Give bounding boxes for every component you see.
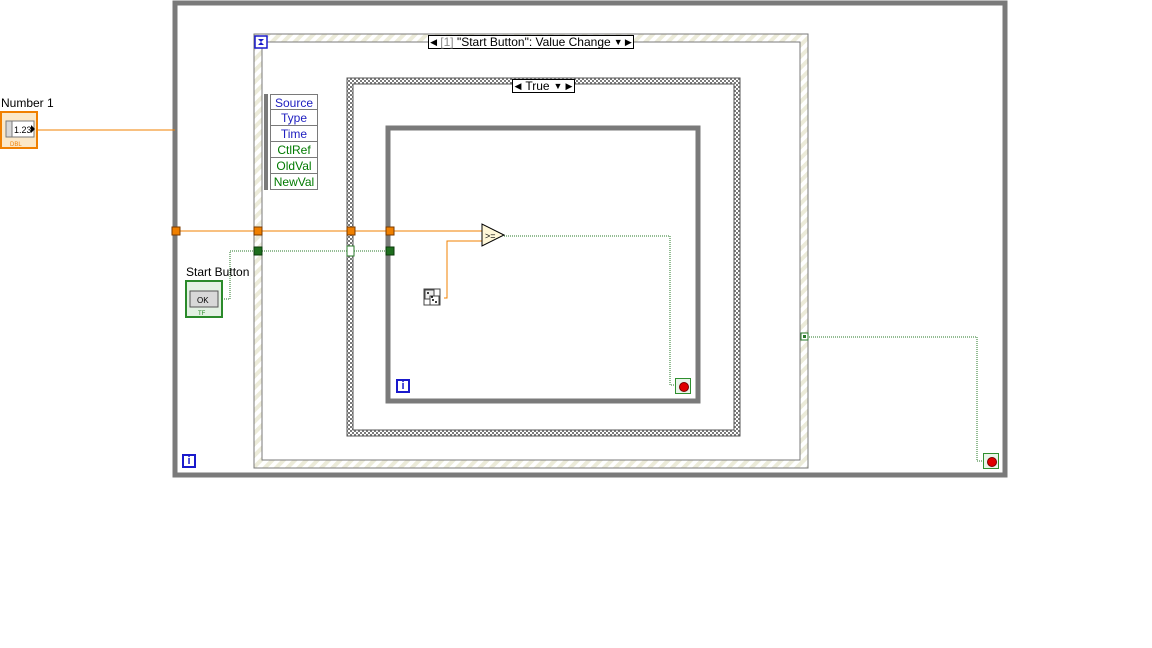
inner-iteration-terminal: i [396, 379, 410, 393]
event-data-ctlref[interactable]: CtlRef [270, 142, 318, 158]
next-arrow-icon[interactable]: ▶ [564, 79, 574, 93]
event-data-time[interactable]: Time [270, 126, 318, 142]
case-selector[interactable]: ◀ True ▼ ▶ [512, 79, 575, 93]
start-button-control[interactable]: OK TF [185, 280, 223, 318]
block-diagram: 1.23 DBL OK TF >= [0, 0, 1008, 478]
outer-stop-icon[interactable] [983, 453, 999, 469]
next-arrow-icon[interactable]: ▶ [624, 35, 633, 49]
number1-type: DBL [10, 142, 22, 148]
event-data-node[interactable]: Source Type Time CtlRef OldVal NewVal [264, 94, 318, 190]
inner-stop-icon[interactable] [675, 378, 691, 394]
start-button-text: OK [197, 296, 209, 305]
case-selector-value: True [525, 79, 550, 93]
start-button-label: Start Button [186, 265, 250, 279]
event-data-oldval[interactable]: OldVal [270, 158, 318, 174]
prev-arrow-icon[interactable]: ◀ [429, 35, 438, 49]
chevron-down-icon[interactable]: ▼ [552, 79, 564, 93]
number1-control[interactable]: 1.23 DBL [0, 111, 38, 149]
compare-symbol: >= [485, 231, 496, 241]
timeout-hourglass-icon [254, 35, 268, 49]
event-case-selector[interactable]: ◀ [1] "Start Button": Value Change ▼ ▶ [428, 35, 634, 49]
event-data-newval[interactable]: NewVal [270, 174, 318, 190]
prev-arrow-icon[interactable]: ◀ [513, 79, 523, 93]
event-data-type[interactable]: Type [270, 110, 318, 126]
event-case-label: [1] "Start Button": Value Change [440, 35, 611, 49]
number1-value: 1.23 [14, 125, 32, 135]
number1-label: Number 1 [1, 96, 54, 110]
dice-icon[interactable] [423, 288, 441, 306]
chevron-down-icon[interactable]: ▼ [613, 35, 624, 49]
start-button-type: TF [198, 311, 206, 317]
outer-iteration-terminal: i [182, 454, 196, 468]
event-data-source[interactable]: Source [270, 94, 318, 110]
